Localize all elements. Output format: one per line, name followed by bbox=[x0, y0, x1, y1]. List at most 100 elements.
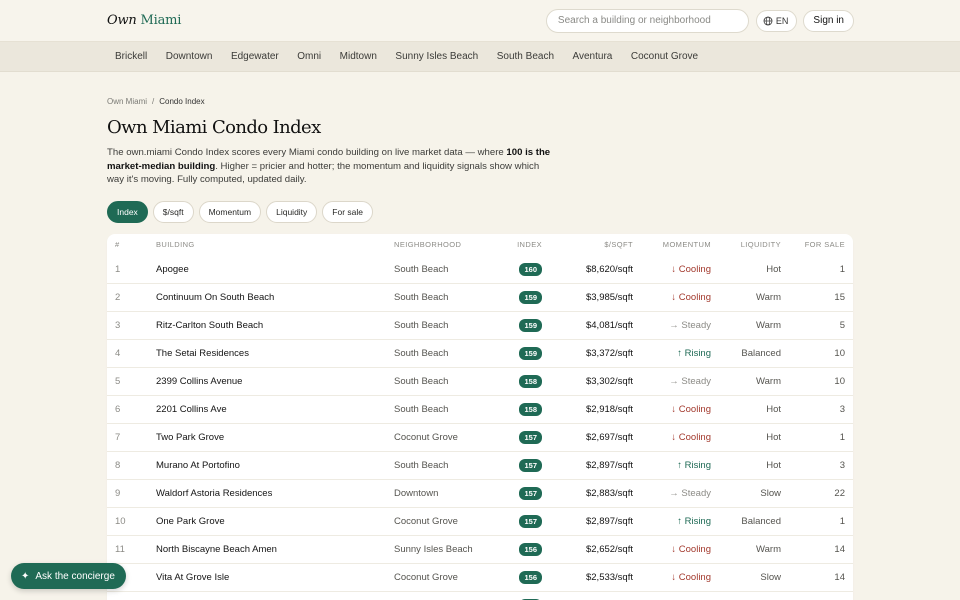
index-badge: 159 bbox=[519, 346, 542, 360]
cell-momentum: → Steady bbox=[633, 488, 711, 499]
cell-index: 159 bbox=[502, 346, 542, 360]
cell-building[interactable]: 2399 Collins Avenue bbox=[156, 376, 394, 387]
cell-building[interactable]: 2201 Collins Ave bbox=[156, 404, 394, 415]
cell-neighborhood: Coconut Grove bbox=[394, 431, 458, 443]
nav-item-omni[interactable]: Omni bbox=[297, 51, 321, 62]
column-header-liquidity[interactable]: LIQUIDITY bbox=[711, 240, 781, 249]
cell-price-per-sqft: $3,302/sqft bbox=[585, 375, 633, 387]
tab-momentum[interactable]: Momentum bbox=[198, 200, 262, 223]
column-header-momentum[interactable]: MOMENTUM bbox=[633, 240, 711, 249]
index-badge: 158 bbox=[519, 402, 542, 416]
nav-item-brickell[interactable]: Brickell bbox=[115, 51, 147, 62]
table-row[interactable]: 6 2201 Collins Ave South Beach 158 $2,918/sq… bbox=[107, 396, 853, 424]
cell-liquidity: Slow bbox=[760, 487, 781, 499]
table-row[interactable]: 7 Two Park Grove Coconut Grove 157 $2,697/sq… bbox=[107, 424, 853, 452]
cell-liquidity: Warm bbox=[756, 319, 781, 331]
index-badge: 158 bbox=[519, 374, 542, 388]
sign-in-button[interactable]: Sign in bbox=[803, 9, 854, 32]
sparkle-icon: ✦ bbox=[21, 570, 30, 582]
cell-building[interactable]: Vita At Grove Isle bbox=[156, 572, 394, 583]
cell-rank: 8 bbox=[115, 459, 121, 471]
nav-item-south-beach[interactable]: South Beach bbox=[497, 51, 554, 62]
top-header: Own Miami EN Sign in bbox=[0, 0, 960, 42]
cell-price-per-sqft: $2,533/sqft bbox=[585, 571, 633, 583]
index-badge: 160 bbox=[519, 262, 542, 276]
cell-for-sale: 1 bbox=[839, 431, 845, 443]
cell-building[interactable]: North Biscayne Beach Amen bbox=[156, 544, 394, 555]
column-header-neighborhood[interactable]: NEIGHBORHOOD bbox=[394, 240, 502, 249]
tab-for-sale[interactable]: For sale bbox=[322, 200, 374, 223]
cell-price-per-sqft: $2,897/sqft bbox=[585, 515, 633, 527]
momentum-label: Rising bbox=[684, 515, 711, 527]
cell-liquidity: Hot bbox=[766, 263, 781, 275]
cell-for-sale: 14 bbox=[834, 543, 845, 555]
cell-for-sale: 1 bbox=[839, 263, 845, 275]
cell-neighborhood: South Beach bbox=[394, 375, 449, 387]
cell-price-per-sqft: $2,652/sqft bbox=[585, 543, 633, 555]
cell-building[interactable]: One Park Grove bbox=[156, 516, 394, 527]
cell-for-sale: 1 bbox=[839, 515, 845, 527]
cell-neighborhood: South Beach bbox=[394, 263, 449, 275]
table-row[interactable]: 11 North Biscayne Beach Amen Sunny Isles B… bbox=[107, 536, 853, 564]
table-row[interactable]: 12Vita At Grove IsleCoconut Grove156$2,5… bbox=[107, 564, 853, 592]
table-row[interactable]: 5 2399 Collins Avenue South Beach 158 $3,302… bbox=[107, 368, 853, 396]
cell-building[interactable]: Apogee bbox=[156, 264, 394, 275]
cell-index: 158 bbox=[502, 402, 542, 416]
table-row[interactable]: 2 Continuum On South Beach South Beach 159 $… bbox=[107, 284, 853, 312]
table-row[interactable]: 4 The Setai Residences South Beach 159 $3,37… bbox=[107, 340, 853, 368]
momentum-label: Cooling bbox=[678, 403, 711, 415]
nav-item-midtown[interactable]: Midtown bbox=[340, 51, 377, 62]
tab-index[interactable]: Index bbox=[107, 200, 148, 223]
language-button[interactable]: EN bbox=[755, 9, 798, 32]
table-row[interactable]: 1315701 CollinsSunny Isles Beach155$2,34… bbox=[107, 592, 853, 600]
column-header-rank[interactable]: # bbox=[107, 240, 156, 249]
cell-index: 158 bbox=[502, 374, 542, 388]
breadcrumb-home[interactable]: Own Miami bbox=[107, 97, 147, 106]
nav-item-coconut-grove[interactable]: Coconut Grove bbox=[631, 51, 698, 62]
table-row[interactable]: 9 Waldorf Astoria Residences Downtown 157 $2… bbox=[107, 480, 853, 508]
tab-sqft[interactable]: $/sqft bbox=[152, 200, 194, 223]
index-badge: 156 bbox=[519, 570, 542, 584]
nav-item-downtown[interactable]: Downtown bbox=[166, 51, 213, 62]
index-badge: 157 bbox=[519, 486, 542, 500]
cell-neighborhood: Coconut Grove bbox=[394, 515, 458, 527]
cell-liquidity: Balanced bbox=[741, 515, 781, 527]
cell-for-sale: 3 bbox=[839, 403, 845, 415]
cell-rank: 5 bbox=[115, 375, 121, 387]
cell-index: 159 bbox=[502, 318, 542, 332]
table-row[interactable]: 8 Murano At Portofino South Beach 157 $2,897… bbox=[107, 452, 853, 480]
table-row[interactable]: 1 Apogee South Beach 160 $8,620/sqft ↓ Coolin… bbox=[107, 256, 853, 284]
cell-building[interactable]: Continuum On South Beach bbox=[156, 292, 394, 303]
cell-price-per-sqft: $2,897/sqft bbox=[585, 459, 633, 471]
cell-building[interactable]: Two Park Grove bbox=[156, 432, 394, 443]
cell-building[interactable]: The Setai Residences bbox=[156, 348, 394, 359]
momentum-rising-icon: ↑ bbox=[677, 347, 682, 359]
column-header-building[interactable]: BUILDING bbox=[156, 240, 394, 249]
cell-neighborhood: South Beach bbox=[394, 403, 449, 415]
table-row[interactable]: 10 One Park Grove Coconut Grove 157 $2,897/s… bbox=[107, 508, 853, 536]
cell-momentum: ↑ Rising bbox=[633, 516, 711, 527]
search-input[interactable] bbox=[557, 15, 737, 26]
cell-neighborhood: South Beach bbox=[394, 347, 449, 359]
site-logo[interactable]: Own Miami bbox=[107, 13, 181, 28]
index-badge: 157 bbox=[519, 458, 542, 472]
column-header-for-sale[interactable]: FOR SALE bbox=[781, 240, 853, 249]
tab-liquidity[interactable]: Liquidity bbox=[266, 200, 318, 223]
cell-building[interactable]: Waldorf Astoria Residences bbox=[156, 488, 394, 499]
momentum-cooling-icon: ↓ bbox=[671, 403, 677, 415]
table-header: # BUILDING NEIGHBORHOOD INDEX $/SQFT MOMENTUM… bbox=[107, 234, 853, 256]
cell-momentum: → Steady bbox=[633, 320, 711, 331]
table-row[interactable]: 3 Ritz-Carlton South Beach South Beach 159 $… bbox=[107, 312, 853, 340]
cell-building[interactable]: Ritz-Carlton South Beach bbox=[156, 320, 394, 331]
cell-building[interactable]: Murano At Portofino bbox=[156, 460, 394, 471]
cell-price-per-sqft: $2,918/sqft bbox=[585, 403, 633, 415]
search-box[interactable] bbox=[545, 8, 749, 33]
nav-item-aventura[interactable]: Aventura bbox=[573, 51, 613, 62]
nav-item-edgewater[interactable]: Edgewater bbox=[231, 51, 279, 62]
nav-item-sunny-isles-beach[interactable]: Sunny Isles Beach bbox=[395, 51, 478, 62]
logo-text-own: Own bbox=[107, 13, 137, 28]
column-header-price-per-sqft[interactable]: $/SQFT bbox=[542, 240, 633, 249]
cell-rank: 4 bbox=[115, 347, 121, 359]
column-header-index[interactable]: INDEX bbox=[502, 240, 542, 249]
concierge-button[interactable]: ✦ Ask the concierge bbox=[11, 563, 126, 589]
